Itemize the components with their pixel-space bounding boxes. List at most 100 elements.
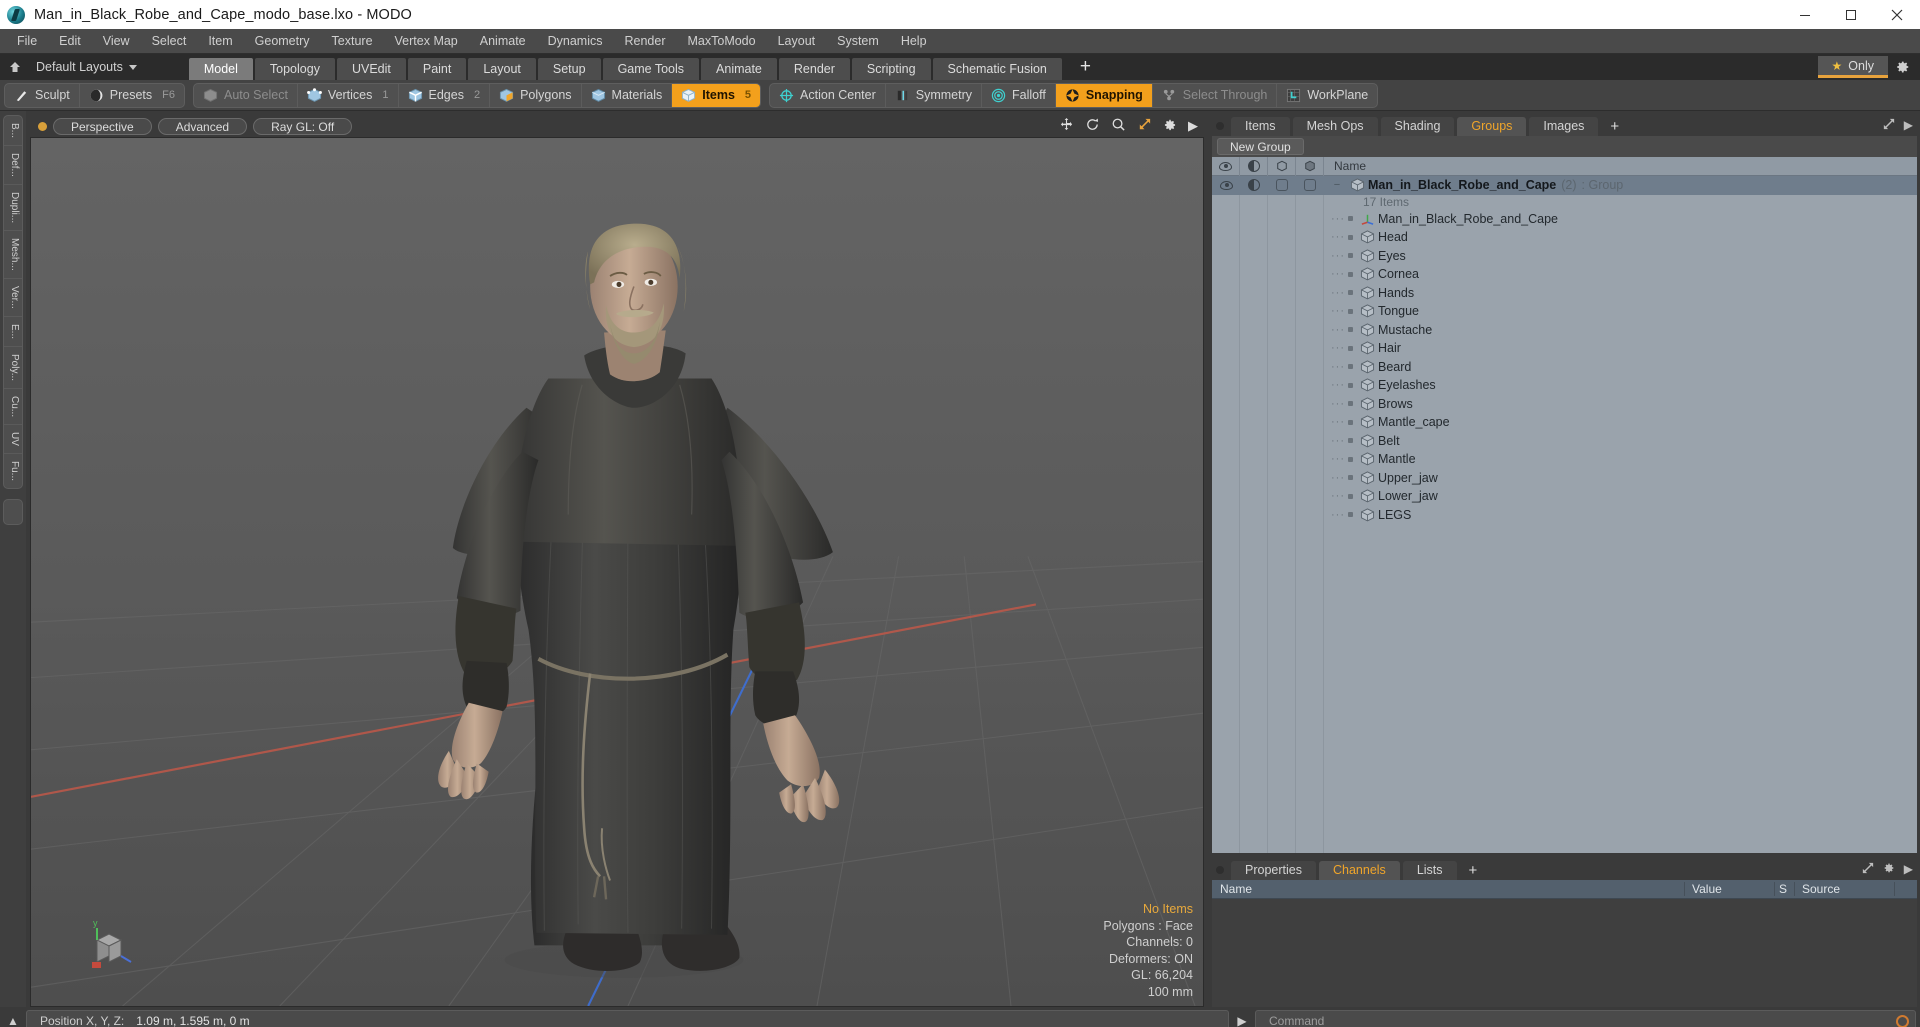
- tool-materials-button[interactable]: Materials: [582, 83, 673, 107]
- menu-item-layout[interactable]: Layout: [767, 29, 827, 54]
- tree-node-marker[interactable]: [1348, 382, 1353, 388]
- tree-node-marker[interactable]: [1348, 364, 1353, 370]
- rail-tab-fu[interactable]: Fu...: [4, 454, 22, 488]
- bottom-tab-lists[interactable]: Lists: [1402, 861, 1457, 880]
- tree-node-marker[interactable]: [1348, 327, 1353, 333]
- menu-item-vertex-map[interactable]: Vertex Map: [384, 29, 469, 54]
- list-item[interactable]: ··· Hair: [1212, 339, 1917, 358]
- layout-tab-scripting[interactable]: Scripting: [851, 58, 931, 80]
- gear-icon[interactable]: [1883, 862, 1895, 877]
- chevron-right-icon[interactable]: ▶: [1904, 118, 1913, 133]
- gear-icon[interactable]: [1892, 56, 1914, 78]
- list-item[interactable]: ··· Lower_jaw: [1212, 487, 1917, 506]
- viewport-perspective-button[interactable]: Perspective: [53, 117, 152, 135]
- panel-tab-images[interactable]: Images: [1529, 117, 1599, 136]
- group-expand-toggle[interactable]: −: [1324, 179, 1350, 191]
- list-item[interactable]: ··· Mustache: [1212, 321, 1917, 340]
- list-item[interactable]: ··· Hands: [1212, 284, 1917, 303]
- status-expand-icon[interactable]: ▲: [4, 1014, 22, 1027]
- list-item[interactable]: ··· Brows: [1212, 395, 1917, 414]
- add-bottom-tab-button[interactable]: +: [1460, 861, 1487, 880]
- list-item[interactable]: ··· Upper_jaw: [1212, 469, 1917, 488]
- tree-node-marker[interactable]: [1348, 271, 1353, 277]
- layout-tab-render[interactable]: Render: [778, 58, 850, 80]
- tree-node-marker[interactable]: [1348, 345, 1353, 351]
- tree-node-marker[interactable]: [1348, 493, 1353, 499]
- list-item[interactable]: ··· Tongue: [1212, 302, 1917, 321]
- layout-tab-uvedit[interactable]: UVEdit: [336, 58, 406, 80]
- tool-vertices-button[interactable]: Vertices 1: [298, 83, 399, 107]
- tree-node-marker[interactable]: [1348, 290, 1353, 296]
- maximize-panel-icon[interactable]: [1883, 118, 1895, 133]
- list-item[interactable]: ··· Eyelashes: [1212, 376, 1917, 395]
- gear-icon[interactable]: [1163, 118, 1177, 135]
- panel-tab-items[interactable]: Items: [1231, 117, 1290, 136]
- tree-node-marker[interactable]: [1348, 475, 1353, 481]
- list-item[interactable]: ··· Beard: [1212, 358, 1917, 377]
- group-row[interactable]: − Man_in_Black_Robe_and_Cape (2) : Group: [1212, 176, 1917, 195]
- rail-tab-uv[interactable]: UV: [4, 425, 22, 454]
- layout-tab-setup[interactable]: Setup: [537, 58, 601, 80]
- rail-tab-b[interactable]: B...: [4, 116, 22, 147]
- tree-node-marker[interactable]: [1348, 456, 1353, 462]
- menu-item-file[interactable]: File: [6, 29, 48, 54]
- tool-workplane-button[interactable]: WorkPlane: [1277, 84, 1377, 107]
- group-lock-toggle[interactable]: [1268, 179, 1296, 192]
- group-visible-toggle[interactable]: [1212, 180, 1240, 190]
- tree-node-marker[interactable]: [1348, 234, 1353, 240]
- rail-tab-poly[interactable]: Poly...: [4, 347, 22, 389]
- panel-tab-mesh-ops[interactable]: Mesh Ops: [1292, 117, 1378, 136]
- layout-tab-schematic-fusion[interactable]: Schematic Fusion: [932, 58, 1062, 80]
- only-toggle-button[interactable]: ★ Only: [1817, 56, 1888, 78]
- menu-item-system[interactable]: System: [826, 29, 890, 54]
- move-icon[interactable]: [1059, 117, 1074, 135]
- maximize-panel-icon[interactable]: [1862, 862, 1874, 877]
- tool-polygons-button[interactable]: Polygons: [490, 83, 582, 107]
- list-item[interactable]: ··· LEGS: [1212, 506, 1917, 525]
- maximize-button[interactable]: [1828, 0, 1874, 29]
- bottom-tab-properties[interactable]: Properties: [1231, 861, 1316, 880]
- zoom-icon[interactable]: [1111, 117, 1126, 135]
- cube-solid-icon[interactable]: [1296, 156, 1324, 176]
- menu-item-item[interactable]: Item: [197, 29, 243, 54]
- chevron-right-icon[interactable]: ▶: [1188, 118, 1198, 134]
- menu-item-render[interactable]: Render: [614, 29, 677, 54]
- viewport-indicator-dot[interactable]: [38, 121, 47, 131]
- rail-tab-e[interactable]: E...: [4, 317, 22, 347]
- menu-item-view[interactable]: View: [92, 29, 141, 54]
- viewport-3d[interactable]: y No Items Polygons : Face Channels: 0 D…: [30, 137, 1204, 1007]
- bottom-tab-channels[interactable]: Channels: [1318, 861, 1400, 880]
- fit-icon[interactable]: [1137, 117, 1152, 135]
- tool-falloff-button[interactable]: Falloff: [982, 83, 1056, 107]
- list-item[interactable]: ··· Mantle: [1212, 450, 1917, 469]
- record-icon[interactable]: [1896, 1014, 1909, 1027]
- list-item[interactable]: ··· Belt: [1212, 432, 1917, 451]
- tree-node-marker[interactable]: [1348, 401, 1353, 407]
- tree-node-marker[interactable]: [1348, 438, 1353, 444]
- menu-item-maxtomodo[interactable]: MaxToModo: [677, 29, 767, 54]
- chevron-right-icon[interactable]: ▶: [1904, 862, 1913, 877]
- tree-node-marker[interactable]: [1348, 308, 1353, 314]
- tool-select-through-button[interactable]: Select Through: [1153, 83, 1278, 107]
- layout-tab-paint[interactable]: Paint: [407, 58, 467, 80]
- eye-icon[interactable]: [1212, 156, 1240, 176]
- tree-node-marker[interactable]: [1348, 216, 1353, 222]
- tool-sculpt-button[interactable]: Sculpt: [5, 83, 80, 107]
- home-up-icon[interactable]: [0, 54, 30, 80]
- rotate-icon[interactable]: [1085, 117, 1100, 135]
- viewport-shading-button[interactable]: Advanced: [157, 117, 248, 135]
- tool-edges-button[interactable]: Edges 2: [399, 83, 491, 107]
- menu-item-texture[interactable]: Texture: [321, 29, 384, 54]
- tool-presets-button[interactable]: Presets F6: [80, 84, 184, 107]
- bottom-panel-menu-dot[interactable]: [1216, 866, 1224, 874]
- half-circle-icon[interactable]: [1240, 156, 1268, 176]
- layout-tab-game-tools[interactable]: Game Tools: [602, 58, 700, 80]
- default-layouts-dropdown[interactable]: Default Layouts: [30, 60, 143, 74]
- rail-tab-ver[interactable]: Ver...: [4, 279, 22, 317]
- tool-items-button[interactable]: Items 5: [672, 83, 761, 107]
- tool-snapping-button[interactable]: Snapping: [1055, 83, 1153, 107]
- close-button[interactable]: [1874, 0, 1920, 29]
- cube-outline-icon[interactable]: [1268, 156, 1296, 176]
- add-panel-tab-button[interactable]: +: [1601, 117, 1628, 136]
- menu-item-help[interactable]: Help: [890, 29, 938, 54]
